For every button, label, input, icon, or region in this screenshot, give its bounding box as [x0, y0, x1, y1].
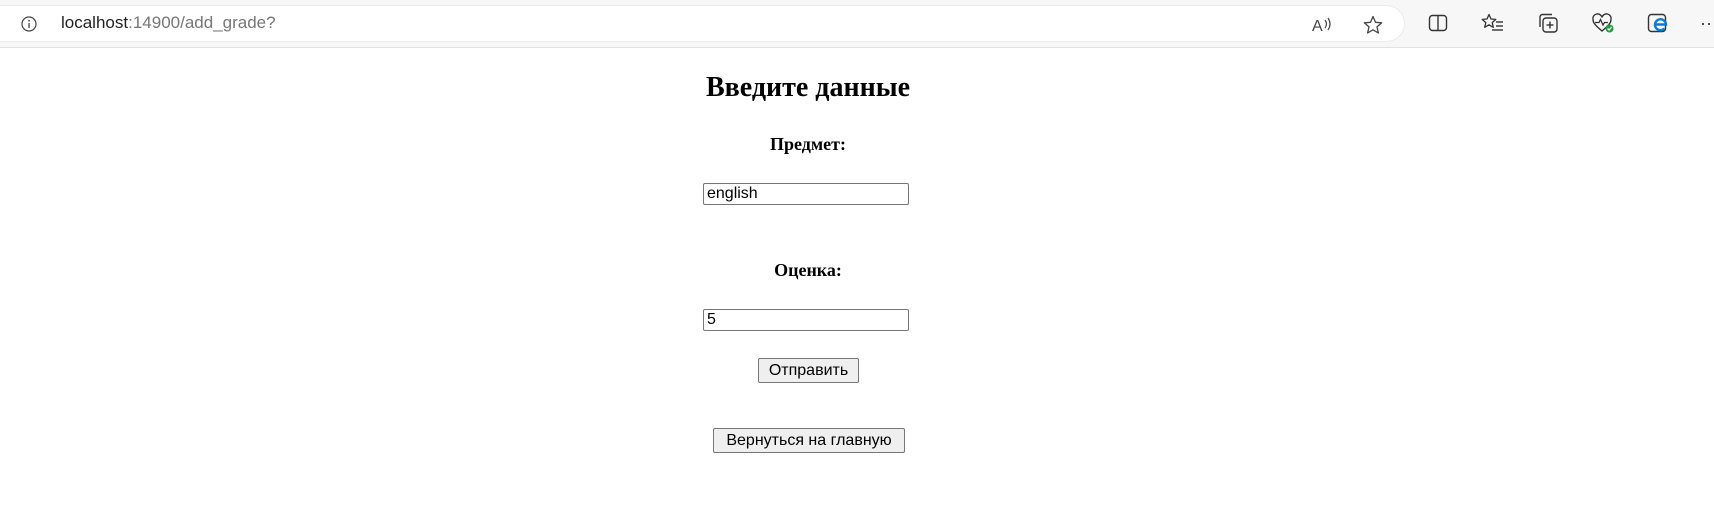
- edge-copilot-icon[interactable]: [1646, 11, 1670, 35]
- address-bar[interactable]: localhost:14900/add_grade? A: [0, 6, 1404, 41]
- read-aloud-icon[interactable]: A: [1311, 14, 1333, 36]
- info-icon[interactable]: [21, 16, 37, 32]
- grade-input[interactable]: [703, 309, 909, 331]
- favorite-star-icon[interactable]: [1362, 14, 1384, 36]
- grade-label: Оценка:: [774, 260, 842, 280]
- favorites-list-icon[interactable]: [1481, 11, 1505, 35]
- subject-label: Предмет:: [770, 134, 846, 154]
- split-screen-icon[interactable]: [1426, 11, 1450, 35]
- page-title: Введите данные: [705, 72, 911, 103]
- browser-essentials-icon[interactable]: [1591, 11, 1615, 35]
- subject-input[interactable]: [703, 183, 909, 205]
- more-icon[interactable]: ···: [1700, 11, 1714, 35]
- url-path: :14900/add_grade?: [128, 13, 276, 32]
- collections-icon[interactable]: [1536, 11, 1560, 35]
- svg-text:A: A: [1312, 18, 1323, 35]
- url-text[interactable]: localhost:14900/add_grade?: [61, 13, 276, 33]
- back-to-home-button[interactable]: Вернуться на главную: [713, 428, 905, 453]
- url-host: localhost: [61, 13, 129, 32]
- browser-toolbar: localhost:14900/add_grade? A ··: [0, 0, 1714, 48]
- submit-button[interactable]: Отправить: [758, 358, 859, 383]
